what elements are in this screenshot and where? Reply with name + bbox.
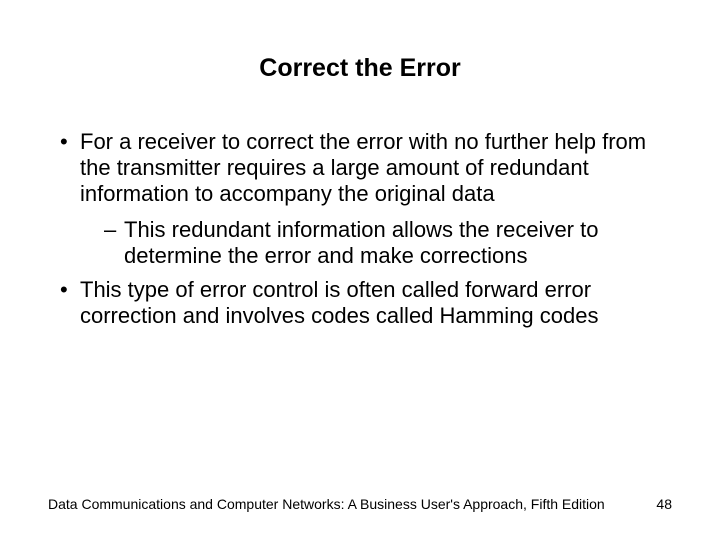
list-item: This redundant information allows the re… bbox=[104, 217, 672, 269]
footer-source: Data Communications and Computer Network… bbox=[48, 496, 605, 512]
slide-body: For a receiver to correct the error with… bbox=[48, 129, 672, 329]
slide-footer: Data Communications and Computer Network… bbox=[48, 496, 672, 512]
slide: Correct the Error For a receiver to corr… bbox=[0, 0, 720, 540]
bullet-list: For a receiver to correct the error with… bbox=[48, 129, 672, 329]
bullet-text: For a receiver to correct the error with… bbox=[80, 129, 646, 206]
sub-list: This redundant information allows the re… bbox=[80, 217, 672, 269]
slide-title: Correct the Error bbox=[48, 54, 672, 83]
bullet-text: This redundant information allows the re… bbox=[124, 217, 598, 268]
list-item: This type of error control is often call… bbox=[60, 277, 672, 329]
bullet-text: This type of error control is often call… bbox=[80, 277, 598, 328]
footer-page-number: 48 bbox=[656, 496, 672, 512]
list-item: For a receiver to correct the error with… bbox=[60, 129, 672, 269]
